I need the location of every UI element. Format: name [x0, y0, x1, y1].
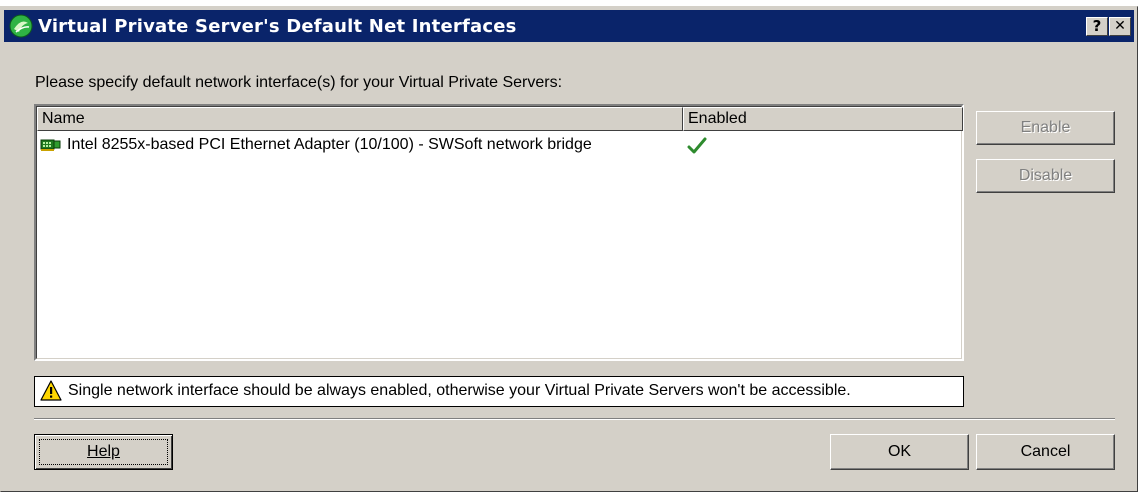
ok-button-label: OK [887, 443, 912, 460]
help-title-button[interactable]: ? [1086, 17, 1108, 36]
column-header-name[interactable]: Name [37, 107, 683, 131]
title-bar[interactable]: Virtual Private Server's Default Net Int… [4, 10, 1134, 42]
warning-icon [40, 380, 62, 401]
list-item[interactable]: Intel 8255x-based PCI Ethernet Adapter (… [37, 135, 961, 157]
cancel-button[interactable]: Cancel [976, 434, 1115, 470]
cancel-button-label: Cancel [1020, 443, 1071, 460]
disable-button[interactable]: Disable [976, 159, 1115, 193]
separator [34, 418, 1115, 420]
app-logo-icon [9, 14, 33, 38]
column-header-enabled[interactable]: Enabled [683, 107, 963, 131]
question-icon: ? [1092, 17, 1102, 35]
warning-box: Single network interface should be alway… [34, 376, 964, 407]
close-icon: ✕ [1114, 18, 1126, 34]
focus-ring [39, 439, 168, 465]
interface-name: Intel 8255x-based PCI Ethernet Adapter (… [67, 136, 592, 153]
warning-text: Single network interface should be alway… [68, 382, 851, 399]
help-button[interactable]: Help [34, 434, 173, 470]
dialog-window: Virtual Private Server's Default Net Int… [0, 6, 1138, 492]
enable-button[interactable]: Enable [976, 111, 1115, 145]
network-card-icon [40, 139, 61, 151]
close-button[interactable]: ✕ [1109, 17, 1131, 36]
ok-button[interactable]: OK [830, 434, 969, 470]
dialog-title: Virtual Private Server's Default Net Int… [38, 16, 517, 37]
interfaces-list[interactable]: Name Enabled Intel 8255x-based PCI Ether… [34, 104, 964, 361]
checkmark-icon [687, 137, 707, 154]
instruction-text: Please specify default network interface… [35, 74, 563, 91]
